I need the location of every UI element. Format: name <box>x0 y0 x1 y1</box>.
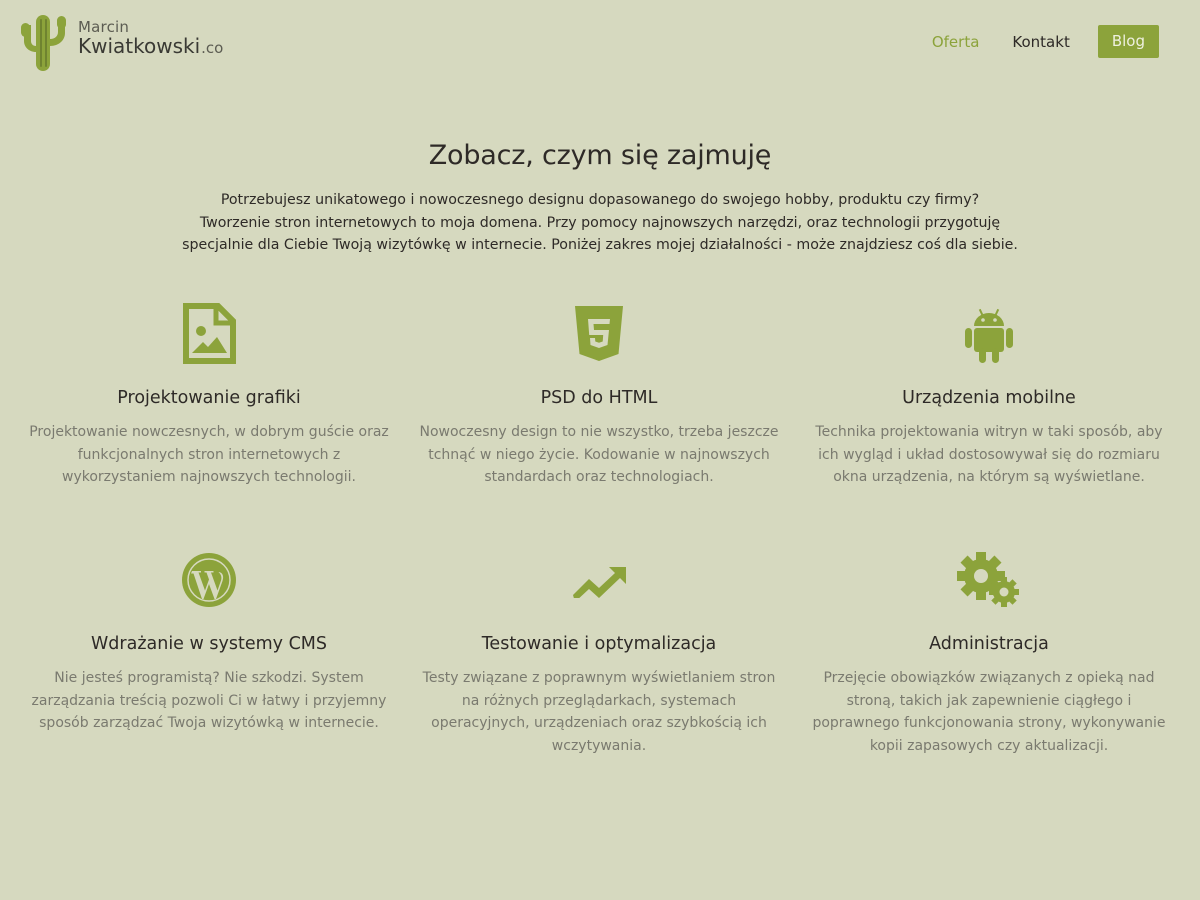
service-title: Testowanie i optymalizacja <box>481 634 717 654</box>
service-title: Wdrażanie w systemy CMS <box>90 634 327 654</box>
service-description: Projektowanie nowczesnych, w dobrym guśc… <box>29 424 389 486</box>
trending-up-icon <box>409 548 789 612</box>
wordpress-icon <box>19 548 399 612</box>
nav-button-blog[interactable]: Blog <box>1097 25 1159 58</box>
service-card-cms: Wdrażanie w systemy CMS Nie jesteś progr… <box>19 548 399 735</box>
nav-link-oferta[interactable]: Oferta <box>932 33 980 51</box>
service-title: Urządzenia mobilne <box>902 388 1076 408</box>
service-description: Technika projektowania witryn w taki spo… <box>815 424 1163 486</box>
service-card-psd-html: PSD do HTML Nowoczesny design to nie wsz… <box>409 302 789 489</box>
top-navigation-bar: Marcin Kwiatkowski.co Oferta Kontakt Blo… <box>0 0 1200 80</box>
intro-paragraph: Potrzebujesz unikatowego i nowoczesnego … <box>170 189 1030 257</box>
logo-last-name: Kwiatkowski <box>78 34 201 58</box>
service-description: Nowoczesny design to nie wszystko, trzeb… <box>419 424 779 486</box>
service-card-administration: Administracja Przejęcie obowiązków związ… <box>799 548 1179 757</box>
nav-link-kontakt[interactable]: Kontakt <box>1012 33 1069 51</box>
service-card-testing: Testowanie i optymalizacja Testy związan… <box>409 548 789 757</box>
service-title: Administracja <box>929 634 1049 654</box>
site-logo-link[interactable]: Marcin Kwiatkowski.co <box>18 8 258 72</box>
intro-line: specjalnie dla Ciebie Twoją wizytówkę w … <box>182 237 1018 253</box>
section-title: Zobacz, czym się zajmuję <box>428 140 772 171</box>
service-description: Przejęcie obowiązków związanych z opieką… <box>812 670 1166 754</box>
image-file-icon <box>19 302 399 366</box>
android-icon <box>799 302 1179 366</box>
service-description: Nie jesteś programistą? Nie szkodzi. Sys… <box>31 670 387 732</box>
logo-wordmark: Marcin Kwiatkowski.co <box>78 18 224 58</box>
cactus-logo-icon <box>18 9 72 71</box>
logo-first-name: Marcin <box>78 18 130 36</box>
intro-line: Potrzebujesz unikatowego i nowoczesnego … <box>220 192 980 208</box>
intro-section: Zobacz, czym się zajmuję Potrzebujesz un… <box>0 140 1200 257</box>
service-card-mobile: Urządzenia mobilne Technika projektowani… <box>799 302 1179 489</box>
service-title: Projektowanie grafiki <box>117 388 301 408</box>
service-card-graphic-design: Projektowanie grafiki Projektowanie nowc… <box>19 302 399 489</box>
main-nav: Oferta Kontakt Blog <box>932 25 1159 58</box>
intro-line: Tworzenie stron internetowych to moja do… <box>199 214 1001 231</box>
logo-suffix: .co <box>201 39 224 57</box>
service-title: PSD do HTML <box>540 388 658 408</box>
html5-icon <box>409 302 789 366</box>
gears-icon <box>799 548 1179 612</box>
service-description: Testy związane z poprawnym wyświetlaniem… <box>422 670 776 754</box>
